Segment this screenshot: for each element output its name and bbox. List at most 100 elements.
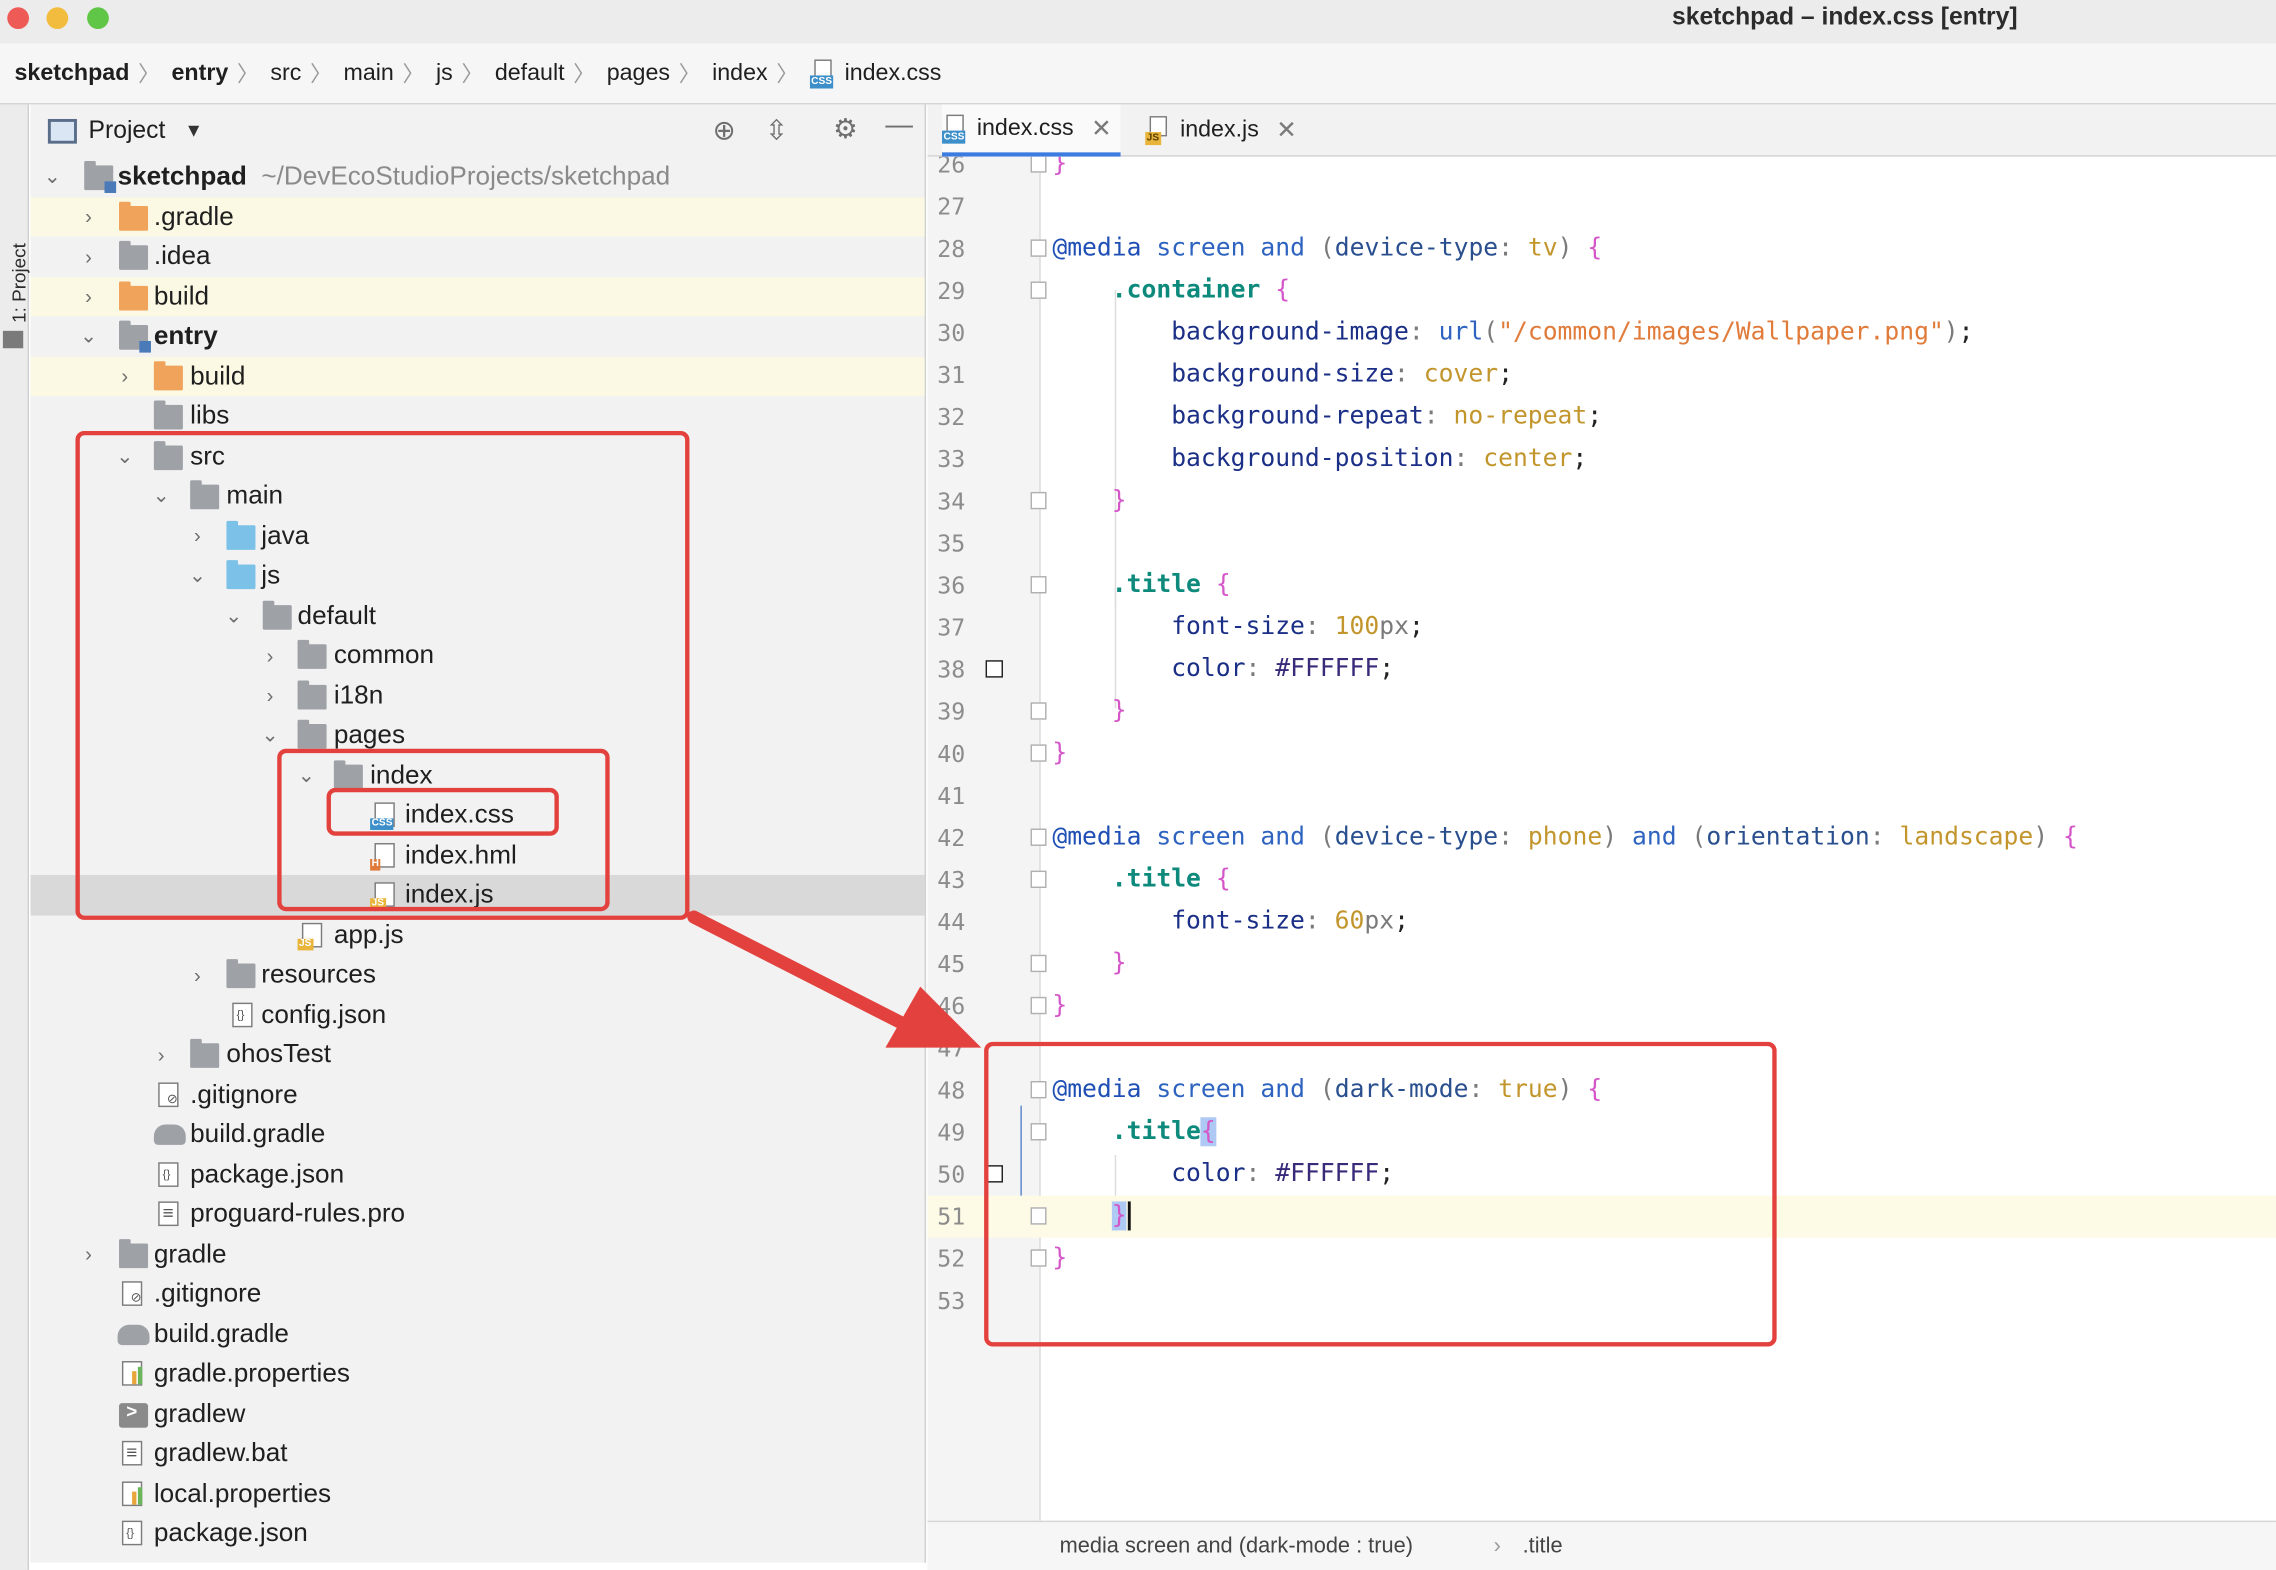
chevron-down-icon[interactable]: ⌄ <box>78 324 98 349</box>
tree-item[interactable]: ⌄ entry <box>30 316 924 356</box>
text-cursor <box>1128 1201 1132 1231</box>
tree-item[interactable]: › common <box>30 636 924 676</box>
tree-item[interactable]: .gitignore <box>30 1274 924 1314</box>
breadcrumb-src[interactable]: src <box>270 60 301 86</box>
project-tool-window-button[interactable]: 1: Project <box>8 221 30 323</box>
fold-marker-icon[interactable] <box>1030 996 1047 1015</box>
fold-marker-icon[interactable] <box>1030 744 1047 762</box>
fold-marker-icon[interactable] <box>1030 954 1047 973</box>
tree-item[interactable]: package.json <box>30 1154 924 1194</box>
fold-marker-icon[interactable] <box>1030 239 1047 257</box>
status-scope[interactable]: media screen and (dark-mode : true) <box>1060 1534 1413 1559</box>
tree-item[interactable]: ⌄ main <box>30 476 924 516</box>
chevron-down-icon[interactable]: ⌄ <box>187 563 207 588</box>
tree-item[interactable]: › resources <box>30 955 924 995</box>
tree-item[interactable]: proguard-rules.pro <box>30 1194 924 1234</box>
breadcrumb-js[interactable]: js <box>436 60 453 86</box>
tree-item[interactable]: › gradle <box>30 1234 924 1274</box>
chevron-down-icon[interactable]: ⌄ <box>260 723 280 748</box>
chevron-right-icon[interactable]: › <box>151 1043 171 1066</box>
zoom-window-button[interactable] <box>87 7 109 30</box>
chevron-right-icon[interactable]: › <box>187 524 207 547</box>
tree-item[interactable]: .gitignore <box>30 1074 924 1114</box>
fold-marker-icon[interactable] <box>1030 576 1047 594</box>
minimize-window-button[interactable] <box>46 7 69 30</box>
color-swatch-icon[interactable] <box>985 1165 1003 1183</box>
tab-index-js[interactable]: JS index.js ✕ <box>1145 104 1297 156</box>
tree-item[interactable]: build.gradle <box>30 1314 924 1354</box>
tree-item[interactable]: H index.hml <box>30 835 924 875</box>
chevron-down-icon[interactable]: ⌄ <box>296 763 316 788</box>
tree-item[interactable]: › .idea <box>30 237 924 277</box>
fold-marker-icon[interactable] <box>1030 1207 1047 1225</box>
chevron-down-icon[interactable]: ⌄ <box>151 484 171 509</box>
tree-item[interactable]: › ohosTest <box>30 1035 924 1075</box>
chevron-right-icon[interactable]: › <box>260 684 280 707</box>
fold-marker-icon[interactable] <box>1030 702 1047 720</box>
folder-icon <box>153 400 183 430</box>
tree-item-label: src <box>190 440 225 470</box>
breadcrumb-sketchpad[interactable]: sketchpad <box>15 60 130 86</box>
breadcrumb-pages[interactable]: pages <box>607 60 670 86</box>
breadcrumb-main[interactable]: main <box>343 60 393 86</box>
fold-marker-icon[interactable] <box>1030 1249 1047 1267</box>
fold-marker-icon[interactable] <box>1030 1123 1047 1141</box>
breadcrumb-index[interactable]: index <box>712 60 768 86</box>
chevron-down-icon[interactable]: ▼ <box>184 119 203 141</box>
tree-item[interactable]: › build <box>30 276 925 317</box>
tree-item[interactable]: ⌄ index <box>30 755 924 795</box>
close-icon[interactable]: ✕ <box>1276 116 1297 145</box>
fold-marker-icon[interactable] <box>1030 491 1047 510</box>
fold-marker-icon[interactable] <box>1030 281 1047 299</box>
tab-index-css[interactable]: CSS index.css ✕ <box>942 104 1121 157</box>
tree-item[interactable]: gradle.properties <box>30 1354 924 1394</box>
fold-marker-icon[interactable] <box>1030 828 1047 846</box>
tree-item-index-css[interactable]: CSS index.css <box>30 795 924 835</box>
color-swatch-icon[interactable] <box>985 660 1003 678</box>
chevron-right-icon[interactable]: › <box>78 285 98 308</box>
status-selector[interactable]: .title <box>1523 1534 1563 1559</box>
breadcrumb-entry[interactable]: entry <box>172 60 229 86</box>
tree-item[interactable]: config.json <box>30 995 924 1035</box>
close-window-button[interactable] <box>7 7 30 30</box>
collapse-all-icon[interactable]: ⇳ <box>765 115 788 148</box>
chevron-right-icon[interactable]: › <box>260 644 280 667</box>
chevron-right-icon[interactable]: › <box>78 245 98 268</box>
fold-marker-icon[interactable] <box>1030 1080 1047 1099</box>
minimize-panel-icon[interactable]: — <box>885 110 913 142</box>
breadcrumb-index-css[interactable]: index.css <box>845 60 942 86</box>
tree-item[interactable]: ⌄ src <box>30 436 924 476</box>
line-number: 45 <box>937 950 966 978</box>
chevron-down-icon[interactable]: ⌄ <box>115 444 135 469</box>
tree-item[interactable]: build.gradle <box>30 1114 924 1154</box>
code-editor[interactable]: 26} 27 28 @media screen and (device-type:… <box>927 156 2276 1521</box>
chevron-right-icon[interactable]: › <box>115 365 135 388</box>
locate-file-icon[interactable]: ⊕ <box>713 115 736 148</box>
tree-item[interactable]: › java <box>30 516 924 556</box>
tree-item[interactable]: ⌄ js <box>30 556 924 596</box>
tree-item[interactable]: JS app.js <box>30 915 924 955</box>
tree-item[interactable]: libs <box>30 396 924 436</box>
tree-item[interactable]: ⌄ pages <box>30 715 924 755</box>
fold-marker-icon[interactable] <box>1030 156 1047 173</box>
tree-item[interactable]: gradlew <box>30 1394 924 1434</box>
chevron-right-icon[interactable]: › <box>187 963 207 986</box>
tree-item-root[interactable]: ⌄ sketchpad ~/DevEcoStudioProjects/sketch… <box>30 157 924 197</box>
gear-icon[interactable]: ⚙ <box>833 113 858 146</box>
tree-item[interactable]: › build <box>30 356 925 397</box>
breadcrumb-default[interactable]: default <box>495 60 565 86</box>
tree-item[interactable]: gradlew.bat <box>30 1434 924 1474</box>
fold-marker-icon[interactable] <box>1030 870 1047 889</box>
close-icon[interactable]: ✕ <box>1091 114 1112 143</box>
tree-item[interactable]: › i18n <box>30 675 924 715</box>
tree-item[interactable]: package.json <box>30 1513 924 1553</box>
chevron-right-icon[interactable]: › <box>78 205 98 228</box>
tree-item[interactable]: ⌄ default <box>30 596 924 636</box>
tree-item-index-js[interactable]: JS index.js <box>30 874 925 915</box>
chevron-down-icon[interactable]: ⌄ <box>42 164 62 189</box>
chevron-right-icon[interactable]: › <box>78 1242 98 1265</box>
chevron-down-icon[interactable]: ⌄ <box>224 603 244 628</box>
tree-item[interactable]: › .gradle <box>30 196 925 237</box>
project-view-selector[interactable]: Project <box>89 116 166 145</box>
tree-item[interactable]: local.properties <box>30 1473 924 1513</box>
